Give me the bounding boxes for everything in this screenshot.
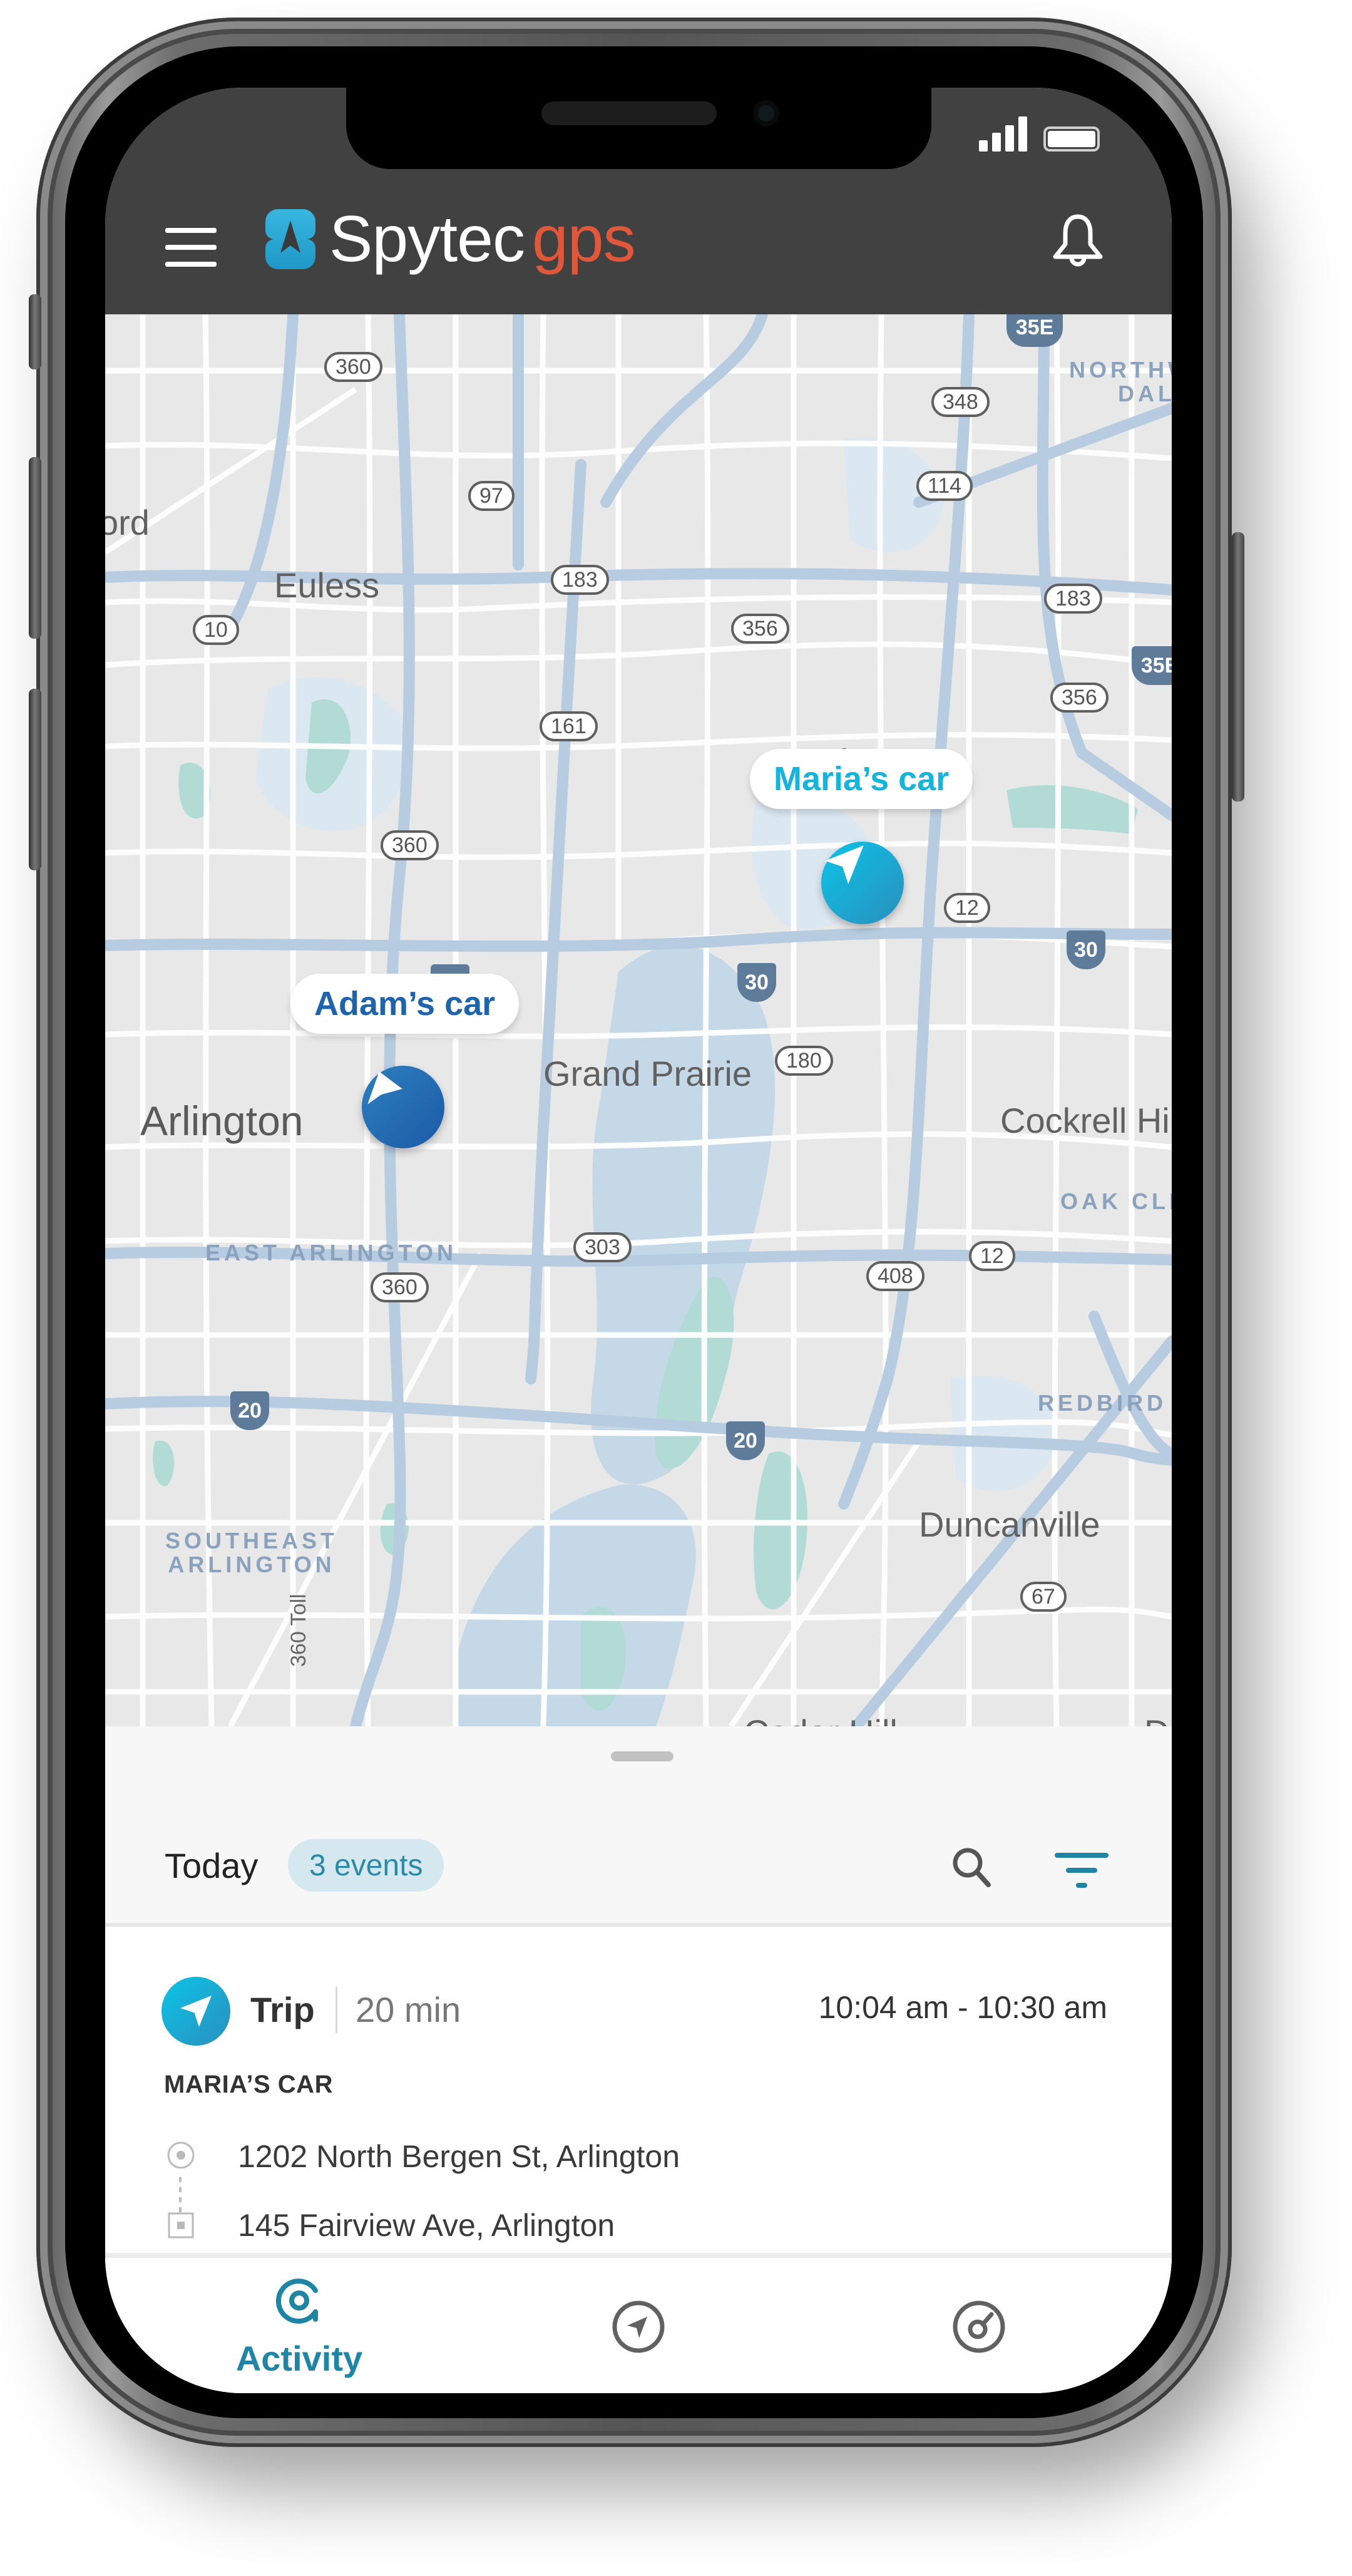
route-shield: 360	[324, 352, 382, 382]
route-shield: 10	[193, 615, 239, 645]
tab-navigation[interactable]	[545, 2258, 732, 2393]
map-city-label: Grand Prairie	[543, 1054, 752, 1093]
map-city-label: Cedar Hill	[744, 1712, 898, 1726]
activity-icon	[275, 2279, 318, 2324]
front-camera	[753, 100, 779, 126]
route-shield: 12	[969, 1241, 1015, 1271]
spytec-logo-icon	[265, 209, 315, 269]
tab-activity[interactable]: Activity	[205, 2258, 393, 2393]
sheet-header: Today 3 events	[105, 1776, 1172, 1927]
route-shield: 161	[540, 711, 598, 741]
vehicle-callout-adam[interactable]: Adam’s car	[290, 974, 520, 1034]
interstate-shield: 30	[1067, 930, 1105, 969]
event-time-range: 10:04 am - 10:30 am	[818, 1990, 1107, 2025]
filter-icon[interactable]	[1053, 1845, 1110, 1895]
event-type: Trip	[250, 1990, 315, 2029]
tab-radar[interactable]	[885, 2258, 1073, 2393]
battery-icon	[1043, 126, 1100, 152]
mute-switch	[29, 294, 41, 369]
map-district-label: REDBIRD	[1038, 1390, 1167, 1416]
start-location-icon	[167, 2141, 195, 2169]
route-shield: 360	[381, 830, 439, 860]
event-vehicle-name: MARIA’S CAR	[164, 2071, 333, 2098]
route-shield: 12	[944, 893, 990, 923]
route-shield: 408	[866, 1261, 924, 1291]
interstate-shield: 30	[737, 963, 776, 1002]
map-city-label: Arlington	[140, 1098, 304, 1144]
map-view[interactable]: Euless Irving Grand Prairie Arlington Co…	[105, 314, 1172, 1726]
navigation-arrow-icon	[825, 845, 864, 884]
vehicle-marker-adam[interactable]	[362, 1066, 444, 1148]
date-filter-label: Today	[165, 1846, 259, 1885]
event-duration: 20 min	[356, 1990, 461, 2029]
cellular-signal-icon	[979, 116, 1027, 152]
tab-label: Activity	[235, 2339, 363, 2378]
start-address: 1202 North Bergen St, Arlington	[238, 2139, 680, 2174]
navigation-icon	[612, 2300, 665, 2353]
vehicle-callout-maria[interactable]: Maria’s car	[750, 749, 973, 809]
bottom-tab-bar: Activity	[105, 2253, 1172, 2393]
route-shield: 348	[931, 387, 990, 417]
volume-up-button	[29, 457, 41, 639]
route-shield: 180	[775, 1046, 833, 1076]
route-shield: 97	[468, 481, 515, 511]
search-icon[interactable]	[947, 1842, 997, 1892]
map-district-label: EAST ARLINGTON	[205, 1240, 458, 1265]
route-shield: 303	[573, 1232, 632, 1262]
map-city-label: De	[1144, 1712, 1172, 1726]
interstate-shield: 35E	[1132, 646, 1172, 685]
map-district-label: OAK CLI	[1060, 1188, 1172, 1214]
end-location-icon	[168, 2212, 194, 2239]
route-shield: 356	[1050, 683, 1109, 713]
activity-sheet: Today 3 events Trip 20 min 10:04 am - 10…	[105, 1726, 1172, 2393]
route-shield: 183	[551, 565, 609, 595]
hamburger-menu-icon[interactable]	[165, 228, 217, 267]
navigation-arrow-icon	[367, 1071, 402, 1105]
volume-down-button	[29, 689, 41, 870]
route-shield: 360	[371, 1272, 429, 1302]
route-connector	[179, 2177, 182, 2212]
map-city-label: Cockrell Hill	[1000, 1101, 1172, 1140]
map-city-label: Euless	[274, 565, 380, 605]
interstate-shield: 20	[230, 1391, 269, 1430]
route-shield: 67	[1020, 1582, 1067, 1612]
app-screen: Spytec gps Euless Grand Prairie Arlingto…	[105, 88, 1172, 2393]
sheet-drag-handle[interactable]	[611, 1751, 673, 1761]
interstate-shield: 20	[726, 1421, 765, 1460]
map-district-label: NORTHW DALL	[1069, 357, 1172, 406]
power-button	[1232, 532, 1244, 801]
brand-logo: Spytec gps	[265, 207, 636, 272]
earpiece-speaker	[541, 101, 717, 125]
status-bar	[979, 116, 1100, 152]
route-shield: 183	[1044, 584, 1102, 614]
interstate-shield: 35E	[1006, 314, 1063, 347]
divider	[335, 1987, 337, 2033]
brand-name-primary: Spytec	[329, 203, 525, 276]
navigation-arrow-icon	[180, 1996, 212, 2027]
map-city-label: ord	[105, 503, 150, 542]
route-shield: 114	[916, 471, 973, 501]
brand-name-accent: gps	[531, 203, 636, 276]
trip-icon	[161, 1977, 230, 2046]
route-shield: 356	[731, 614, 789, 644]
map-city-label: Duncanville	[919, 1505, 1100, 1544]
toll-road-label: 360 Toll	[287, 1594, 310, 1667]
bell-icon[interactable]	[1048, 212, 1108, 272]
end-address: 145 Fairview Ave, Arlington	[238, 2208, 615, 2243]
radar-icon	[953, 2300, 1005, 2353]
notch	[346, 88, 931, 169]
event-list-item[interactable]: Trip 20 min 10:04 am - 10:30 am MARIA’S …	[105, 1927, 1172, 2277]
map-district-label: SOUTHEAST ARLINGTON	[165, 1528, 339, 1577]
vehicle-marker-maria[interactable]	[821, 842, 904, 924]
events-count-badge: 3 events	[288, 1839, 444, 1892]
